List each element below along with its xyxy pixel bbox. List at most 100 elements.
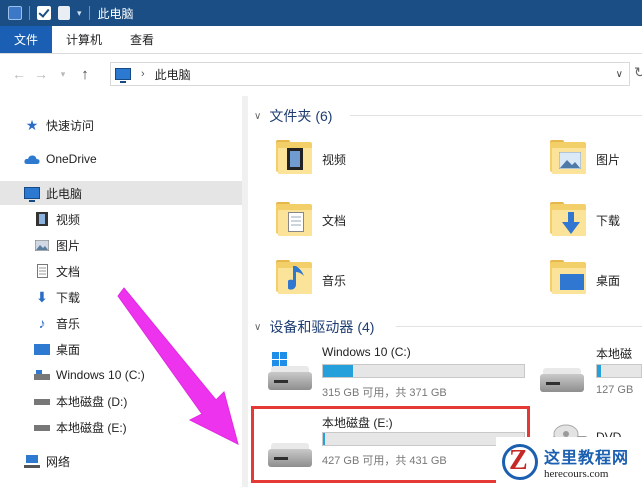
desktop-icon bbox=[34, 342, 50, 356]
nav-item-label: 此电脑 bbox=[46, 186, 83, 201]
navigation-scrollbar[interactable] bbox=[242, 96, 248, 487]
document-icon bbox=[34, 264, 50, 278]
watermark: Z 这里教程网 herecours.com bbox=[496, 437, 642, 487]
drives-group-header[interactable]: ∨ 设备和驱动器 (4) bbox=[254, 317, 374, 337]
system-drive-icon[interactable] bbox=[268, 352, 312, 390]
nav-item-onedrive[interactable]: OneDrive bbox=[0, 147, 242, 171]
nav-item-label: 图片 bbox=[56, 238, 81, 253]
highlight-box bbox=[251, 406, 530, 483]
group-title: 设备和驱动器 bbox=[269, 319, 354, 335]
system-drive-icon bbox=[34, 368, 50, 382]
watermark-site-name: 这里教程网 bbox=[544, 448, 630, 467]
drive-free-space: 315 GB 可用，共 371 GB bbox=[322, 387, 447, 399]
quick-access-toolbar: ▾ bbox=[0, 6, 90, 20]
folder-label[interactable]: 视频 bbox=[322, 151, 346, 168]
drive-icon bbox=[34, 394, 50, 408]
computer-icon bbox=[115, 68, 131, 83]
tab-computer[interactable]: 计算机 bbox=[52, 26, 116, 53]
drive-name[interactable]: Windows 10 (C:) bbox=[322, 345, 411, 359]
nav-item-quick-access[interactable]: ★ 快速访问 bbox=[0, 113, 242, 137]
nav-item-this-pc[interactable]: 此电脑 bbox=[0, 181, 242, 205]
up-arrow-icon[interactable]: ↑ bbox=[74, 66, 96, 83]
document-folder-icon[interactable] bbox=[276, 202, 312, 236]
nav-item-pictures[interactable]: 图片 bbox=[0, 233, 242, 257]
cloud-icon bbox=[24, 152, 40, 166]
drive-free-space: 127 GB bbox=[596, 384, 634, 396]
navigation-bar: ← → ▾ ↑ › 此电脑 ∨ bbox=[0, 58, 642, 90]
video-folder-icon[interactable] bbox=[276, 140, 312, 174]
music-folder-icon[interactable] bbox=[276, 260, 312, 294]
download-icon: ⬇ bbox=[36, 288, 48, 305]
download-folder-icon[interactable] bbox=[550, 202, 586, 236]
folder-label[interactable]: 文档 bbox=[322, 212, 346, 229]
folder-label[interactable]: 下载 bbox=[596, 212, 620, 229]
nav-item-drive-d[interactable]: 本地磁盘 (D:) bbox=[0, 389, 242, 413]
refresh-icon[interactable]: ↻ bbox=[634, 64, 642, 81]
properties-icon[interactable] bbox=[37, 6, 51, 20]
group-divider bbox=[350, 115, 642, 116]
group-divider bbox=[396, 326, 642, 327]
group-title: 文件夹 bbox=[269, 108, 312, 124]
nav-item-label: 下载 bbox=[56, 290, 81, 305]
drive-usage-fill bbox=[323, 365, 354, 377]
chevron-right-icon[interactable]: › bbox=[141, 68, 145, 80]
nav-item-label: 本地磁盘 (E:) bbox=[56, 420, 127, 435]
nav-item-label: 视频 bbox=[56, 212, 81, 227]
nav-item-label: 文档 bbox=[56, 264, 81, 279]
tab-view[interactable]: 查看 bbox=[116, 26, 168, 53]
nav-item-documents[interactable]: 文档 bbox=[0, 259, 242, 283]
nav-item-label: Windows 10 (C:) bbox=[56, 368, 145, 382]
drive-icon bbox=[34, 420, 50, 434]
forward-arrow-icon[interactable]: → bbox=[30, 66, 52, 82]
nav-item-drive-c[interactable]: Windows 10 (C:) bbox=[0, 363, 242, 387]
chevron-down-icon[interactable]: ∨ bbox=[254, 111, 261, 122]
music-icon: ♪ bbox=[38, 315, 46, 331]
nav-item-downloads[interactable]: ⬇ 下载 bbox=[0, 285, 242, 309]
folder-label[interactable]: 图片 bbox=[596, 151, 620, 168]
nav-item-videos[interactable]: 视频 bbox=[0, 207, 242, 231]
ribbon-tabs: 文件 计算机 查看 bbox=[0, 26, 642, 54]
drive-usage-bar bbox=[322, 364, 525, 378]
folders-group-header[interactable]: ∨ 文件夹 (6) bbox=[254, 106, 332, 126]
video-icon bbox=[34, 212, 50, 226]
nav-item-label: 桌面 bbox=[56, 342, 81, 357]
drive-usage-fill bbox=[597, 365, 602, 377]
nav-item-label: 音乐 bbox=[56, 316, 81, 331]
new-folder-icon[interactable] bbox=[58, 6, 70, 20]
nav-item-network[interactable]: 网络 bbox=[0, 449, 242, 473]
folder-label[interactable]: 桌面 bbox=[596, 272, 620, 289]
address-box[interactable]: › 此电脑 ∨ bbox=[110, 62, 630, 86]
window-title: 此电脑 bbox=[97, 6, 134, 21]
nav-item-label: OneDrive bbox=[46, 152, 97, 166]
navigation-pane: ★ 快速访问 OneDrive 此电脑 视频 图片 文档 ⬇ 下载 ♪ 音乐 桌… bbox=[0, 96, 242, 487]
nav-item-music[interactable]: ♪ 音乐 bbox=[0, 311, 242, 335]
folder-label[interactable]: 音乐 bbox=[322, 272, 346, 289]
tab-file[interactable]: 文件 bbox=[0, 26, 53, 53]
star-icon: ★ bbox=[25, 116, 39, 133]
network-icon bbox=[24, 454, 40, 468]
chevron-down-icon[interactable]: ∨ bbox=[616, 69, 623, 80]
group-count: (6) bbox=[315, 108, 333, 124]
nav-item-label: 快速访问 bbox=[46, 118, 95, 133]
address-path[interactable]: 此电脑 bbox=[155, 66, 191, 83]
toolbar-divider bbox=[29, 6, 30, 20]
recent-dropdown-icon[interactable]: ▾ bbox=[52, 69, 74, 80]
site-logo: Z bbox=[500, 442, 540, 482]
picture-icon bbox=[34, 238, 50, 252]
drive-usage-bar bbox=[596, 364, 642, 378]
toolbar-divider bbox=[88, 6, 90, 20]
nav-item-desktop[interactable]: 桌面 bbox=[0, 337, 242, 361]
nav-item-drive-e[interactable]: 本地磁盘 (E:) bbox=[0, 415, 242, 439]
chevron-down-icon[interactable]: ∨ bbox=[254, 322, 261, 333]
watermark-url: herecours.com bbox=[544, 468, 609, 480]
title-bar: ▾ 此电脑 bbox=[0, 0, 642, 26]
nav-item-label: 本地磁盘 (D:) bbox=[56, 394, 128, 409]
computer-icon bbox=[24, 186, 40, 202]
back-arrow-icon[interactable]: ← bbox=[8, 66, 30, 82]
nav-item-label: 网络 bbox=[46, 454, 71, 469]
picture-folder-icon[interactable] bbox=[550, 140, 586, 174]
customize-dropdown-icon[interactable]: ▾ bbox=[77, 8, 82, 19]
desktop-folder-icon[interactable] bbox=[550, 260, 586, 294]
drive-icon[interactable] bbox=[540, 364, 584, 392]
group-count: (4) bbox=[357, 319, 375, 335]
